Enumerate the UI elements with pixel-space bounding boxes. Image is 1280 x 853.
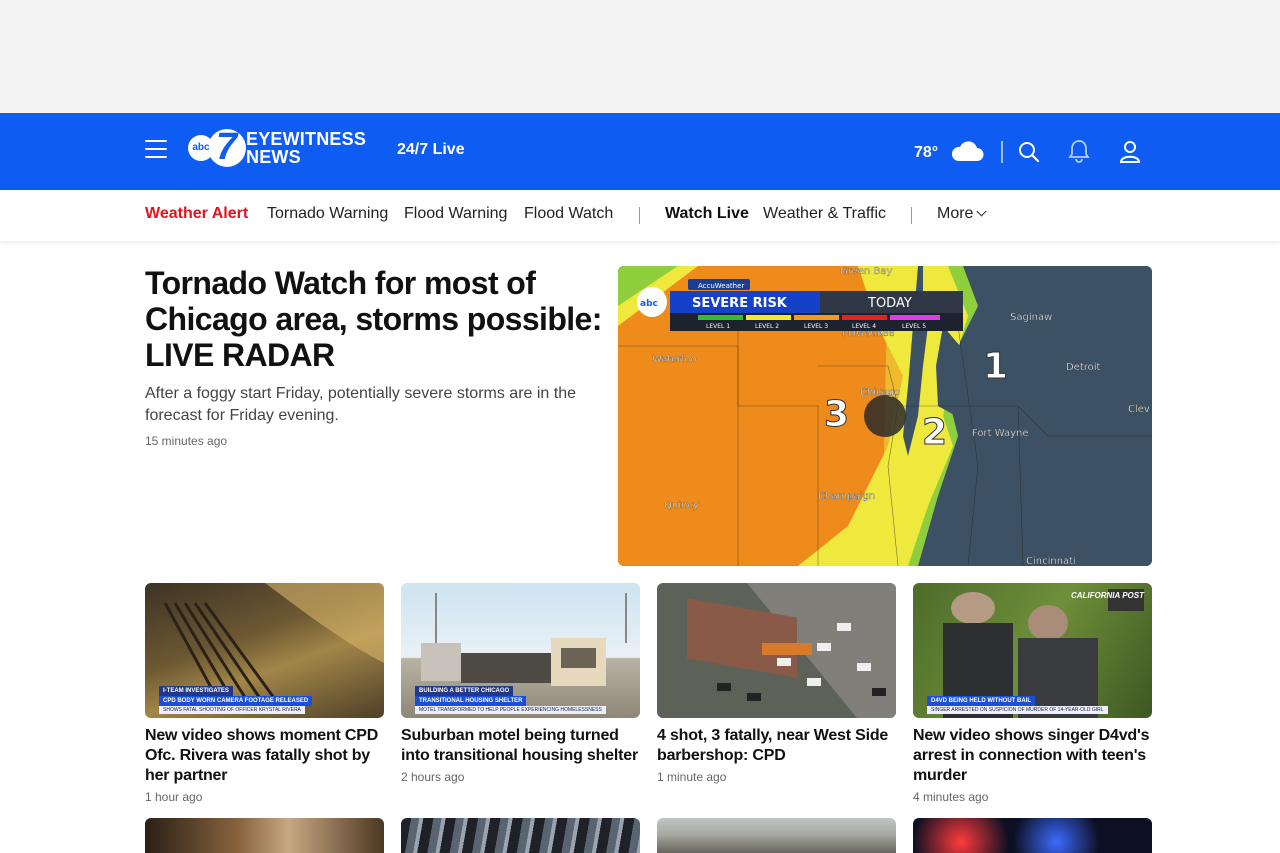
risk-number-3: 3 [824,394,849,435]
story-thumbnail[interactable]: BUILDING A BETTER CHICAGO TRANSITIONAL H… [401,583,640,718]
risk-number-1: 1 [983,346,1008,387]
lead-dek: After a foggy start Friday, potentially … [145,385,576,424]
city-cincinnati: Cincinnati [1026,556,1076,566]
story-title[interactable]: 4 shot, 3 fatally, near West Side barber… [657,726,896,766]
video-lower-third: D4VD BEING HELD WITHOUT BAIL SINGER ARRE… [913,692,1152,714]
story-card[interactable]: BUILDING A BETTER CHICAGO TRANSITIONAL H… [401,583,640,784]
thumbnail-graphic [687,583,896,718]
cloud-icon[interactable] [950,140,984,162]
severe-risk-map[interactable]: 3 2 1 Green Bay Saginaw Milwaukee Waterl… [618,266,1152,566]
nav-tornado-warning[interactable]: Tornado Warning [267,205,388,223]
story-thumbnail[interactable]: I-TEAM INVESTIGATES CPD BODY WORN CAMERA… [145,583,384,718]
nav-flood-warning[interactable]: Flood Warning [404,205,507,223]
nav-watch-live[interactable]: Watch Live [665,205,749,223]
story-card[interactable]: CALIFORNIA POST D4VD BEING HELD WITHOUT … [913,583,1152,804]
risk-level-2: LEVEL 2 [755,323,779,330]
secondary-nav: Weather Alert Tornado Warning Flood Warn… [0,190,1280,241]
ad-space [0,0,1280,113]
city-fort-wayne: Fort Wayne [972,428,1029,439]
video-lower-third: BUILDING A BETTER CHICAGO TRANSITIONAL H… [401,686,640,714]
severe-risk-map-graphic: 3 2 1 Green Bay Saginaw Milwaukee Waterl… [618,266,1152,566]
chevron-down-icon [977,206,987,217]
city-green-bay: Green Bay [840,266,892,277]
story-thumbnail[interactable] [913,818,1152,853]
risk-level-5: LEVEL 5 [902,323,926,330]
site-logo[interactable]: 7 abc EYEWITNESS NEWS [188,127,378,173]
story-title[interactable]: New video shows singer D4vd's arrest in … [913,726,1152,786]
story-thumbnail[interactable] [657,818,896,853]
story-timestamp: 4 minutes ago [913,790,989,804]
story-timestamp: 1 minute ago [657,770,727,784]
city-clev: Clev [1128,404,1150,415]
user-icon[interactable] [1119,140,1141,164]
city-chicago: Chicago [860,387,900,398]
risk-level-1: LEVEL 1 [706,323,730,330]
map-abc-logo: abc [640,299,658,309]
city-saginaw: Saginaw [1010,312,1052,323]
nav-divider [911,207,912,224]
city-quincy: Quincy [664,500,699,511]
risk-level-3: LEVEL 3 [804,323,828,330]
map-banner-day: TODAY [867,296,912,311]
bell-icon[interactable] [1068,139,1090,163]
logo-text: EYEWITNESS NEWS [246,129,367,167]
city-champaign: Champaign [818,491,875,502]
site-header: 7 abc EYEWITNESS NEWS 24/7 Live 78° [0,113,1280,190]
city-detroit: Detroit [1066,362,1101,373]
map-accuweather-label: AccuWeather [698,282,744,290]
story-thumbnail[interactable] [401,818,640,853]
source-badge: CALIFORNIA POST [1070,591,1144,600]
story-title[interactable]: New video shows moment CPD Ofc. Rivera w… [145,726,384,786]
video-lower-third: I-TEAM INVESTIGATES CPD BODY WORN CAMERA… [145,686,384,714]
story-thumbnail[interactable] [657,583,896,718]
risk-number-2: 2 [922,412,947,453]
story-card[interactable]: I-TEAM INVESTIGATES CPD BODY WORN CAMERA… [145,583,384,804]
nav-more[interactable]: More [937,205,987,223]
lead-headline[interactable]: Tornado Watch for most of Chicago area, … [145,265,605,373]
weather-alert-link[interactable]: Weather Alert [145,205,248,223]
risk-level-4: LEVEL 4 [852,323,876,330]
story-card[interactable]: 4 shot, 3 fatally, near West Side barber… [657,583,896,784]
nav-divider [639,207,640,224]
logo-abc-badge: abc [188,135,214,161]
temperature[interactable]: 78° [914,144,938,162]
nav-weather-traffic[interactable]: Weather & Traffic [763,205,886,223]
story-title[interactable]: Suburban motel being turned into transit… [401,726,640,766]
nav-flood-watch[interactable]: Flood Watch [524,205,613,223]
city-waterloo: Waterloo [652,354,697,365]
story-thumbnail[interactable] [145,818,384,853]
search-icon[interactable] [1018,141,1040,163]
menu-icon[interactable] [145,140,167,160]
story-thumbnail[interactable]: CALIFORNIA POST D4VD BEING HELD WITHOUT … [913,583,1152,718]
story-timestamp: 1 hour ago [145,790,203,804]
live-247-link[interactable]: 24/7 Live [397,141,465,159]
lead-timestamp: 15 minutes ago [145,434,228,448]
map-banner-title: SEVERE RISK [692,296,788,311]
story-timestamp: 2 hours ago [401,770,465,784]
header-divider [1001,141,1003,163]
